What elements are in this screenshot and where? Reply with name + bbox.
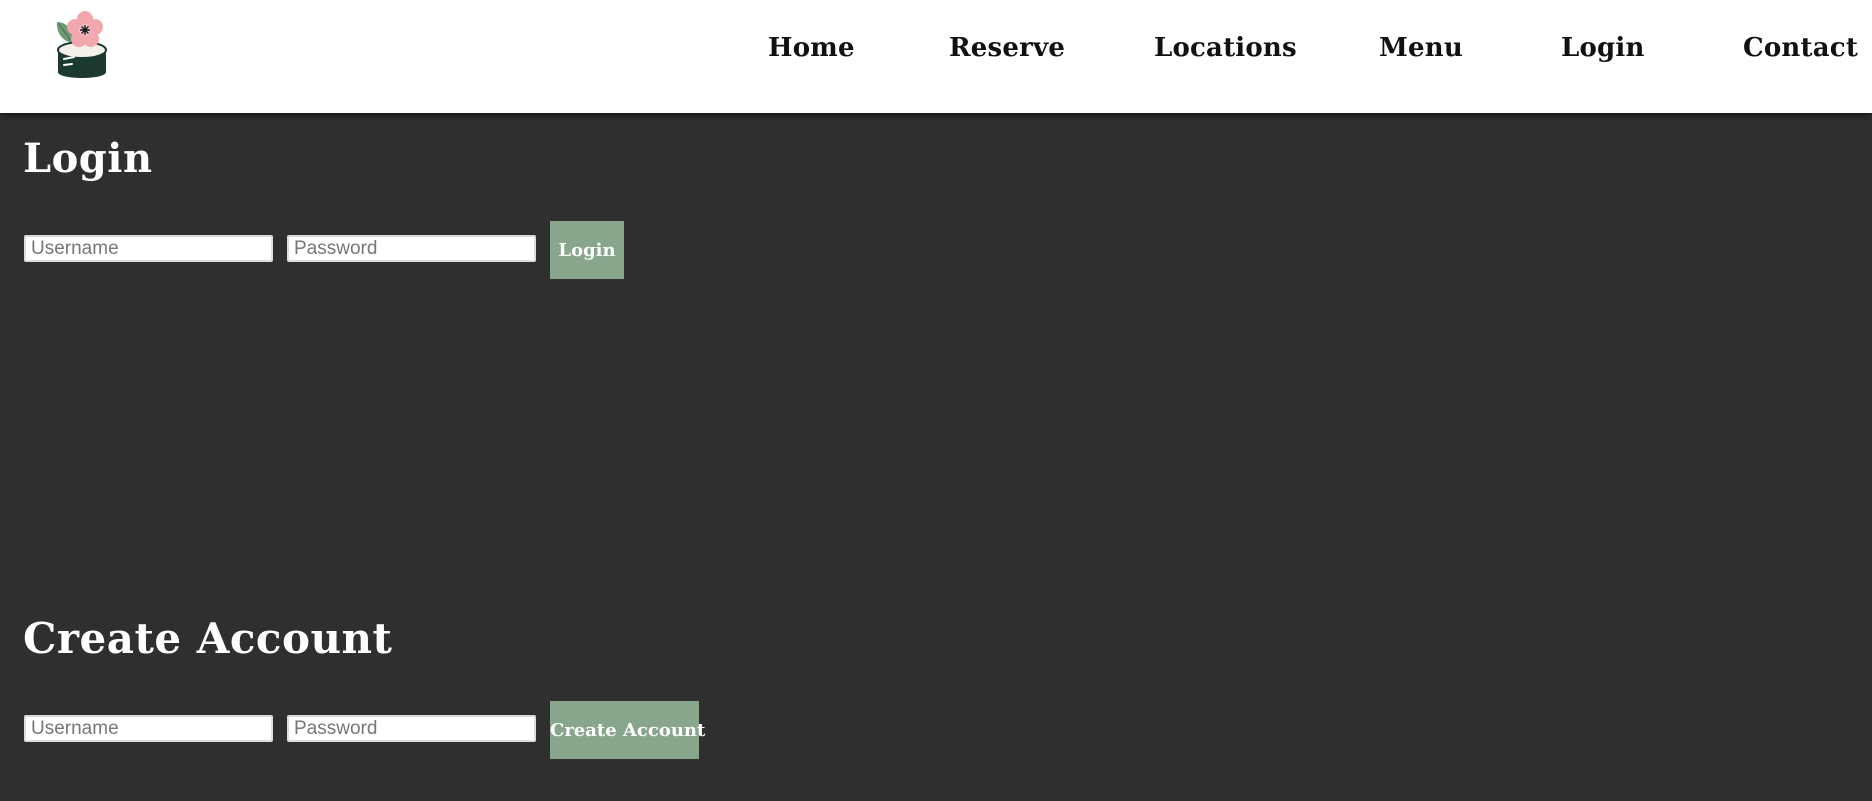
create-password-input[interactable] [287, 715, 536, 742]
login-button[interactable]: Login [550, 221, 624, 279]
site-header: Home Reserve Locations Menu Login Contac… [0, 0, 1872, 113]
sushi-flower-logo-icon[interactable] [50, 10, 120, 82]
nav-contact-link[interactable]: Contact [1743, 30, 1858, 66]
create-username-input[interactable] [24, 715, 273, 742]
nav-login-link[interactable]: Login [1561, 30, 1645, 66]
login-title: Login [23, 135, 153, 182]
nav-home-link[interactable]: Home [768, 30, 855, 66]
login-username-input[interactable] [24, 235, 273, 262]
nav-menu-link[interactable]: Menu [1379, 30, 1463, 66]
nav-reserve-link[interactable]: Reserve [949, 30, 1065, 66]
create-account-button[interactable]: Create Account [550, 701, 705, 759]
create-account-title: Create Account [23, 614, 393, 663]
login-password-input[interactable] [287, 235, 536, 262]
nav-locations-link[interactable]: Locations [1154, 30, 1297, 66]
